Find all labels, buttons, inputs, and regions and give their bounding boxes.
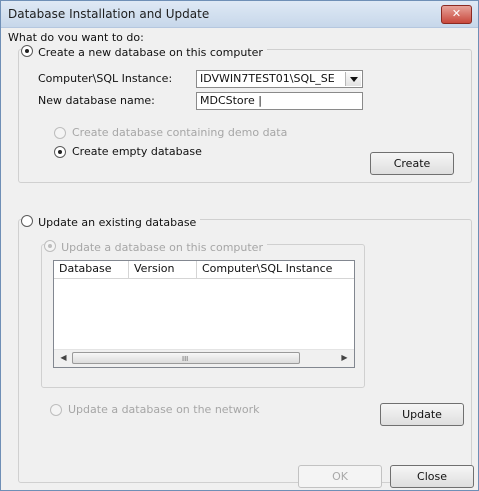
dialog-body: What do you want to do: Create a new dat… bbox=[1, 28, 478, 490]
installation-dialog: Database Installation and Update ✕ What … bbox=[0, 0, 479, 491]
create-new-radio[interactable] bbox=[21, 44, 33, 57]
instance-value: IDVWIN7TEST01\SQL_SE bbox=[200, 72, 335, 85]
empty-db-radio[interactable] bbox=[54, 146, 66, 158]
ok-button[interactable]: OK bbox=[298, 465, 382, 488]
chevron-down-icon[interactable] bbox=[345, 72, 361, 86]
instance-dropdown[interactable]: IDVWIN7TEST01\SQL_SE bbox=[196, 70, 363, 88]
db-name-value: MDCStore | bbox=[200, 94, 262, 107]
database-list[interactable]: Database Version Computer\SQL Instance ◀… bbox=[53, 260, 355, 368]
window-title: Database Installation and Update bbox=[8, 7, 210, 21]
update-existing-label: Update an existing database bbox=[38, 216, 197, 229]
column-instance[interactable]: Computer\SQL Instance bbox=[197, 261, 354, 278]
update-network-label: Update a database on the network bbox=[68, 403, 260, 416]
update-button[interactable]: Update bbox=[380, 403, 464, 426]
scroll-left-icon[interactable]: ◀ bbox=[56, 351, 71, 365]
create-group-legend: Create a new database on this computer bbox=[21, 41, 267, 60]
horizontal-scrollbar[interactable]: ◀ III ▶ bbox=[54, 349, 354, 367]
title-bar[interactable]: Database Installation and Update ✕ bbox=[1, 1, 478, 28]
create-button[interactable]: Create bbox=[370, 152, 454, 175]
empty-db-label: Create empty database bbox=[72, 145, 202, 158]
instance-label: Computer\SQL Instance: bbox=[38, 72, 173, 85]
local-update-legend: Update a database on this computer bbox=[44, 236, 267, 255]
create-new-label: Create a new database on this computer bbox=[38, 46, 263, 59]
grip-icon: III bbox=[182, 355, 189, 363]
scroll-right-icon[interactable]: ▶ bbox=[337, 351, 352, 365]
column-database[interactable]: Database bbox=[54, 261, 129, 278]
close-button[interactable]: Close bbox=[390, 465, 474, 488]
demo-data-radio[interactable] bbox=[54, 127, 66, 139]
close-icon: ✕ bbox=[451, 7, 462, 20]
database-list-header: Database Version Computer\SQL Instance bbox=[54, 261, 354, 279]
update-local-label: Update a database on this computer bbox=[61, 241, 263, 254]
update-network-radio[interactable] bbox=[50, 404, 62, 416]
column-version[interactable]: Version bbox=[129, 261, 197, 278]
demo-data-label: Create database containing demo data bbox=[72, 126, 288, 139]
close-window-button[interactable]: ✕ bbox=[441, 5, 472, 24]
db-name-label: New database name: bbox=[38, 94, 155, 107]
scrollbar-thumb[interactable]: III bbox=[72, 352, 300, 364]
update-group-legend: Update an existing database bbox=[21, 211, 201, 230]
update-local-radio[interactable] bbox=[44, 239, 56, 252]
db-name-input[interactable]: MDCStore | bbox=[196, 92, 363, 110]
update-existing-radio[interactable] bbox=[21, 214, 33, 227]
